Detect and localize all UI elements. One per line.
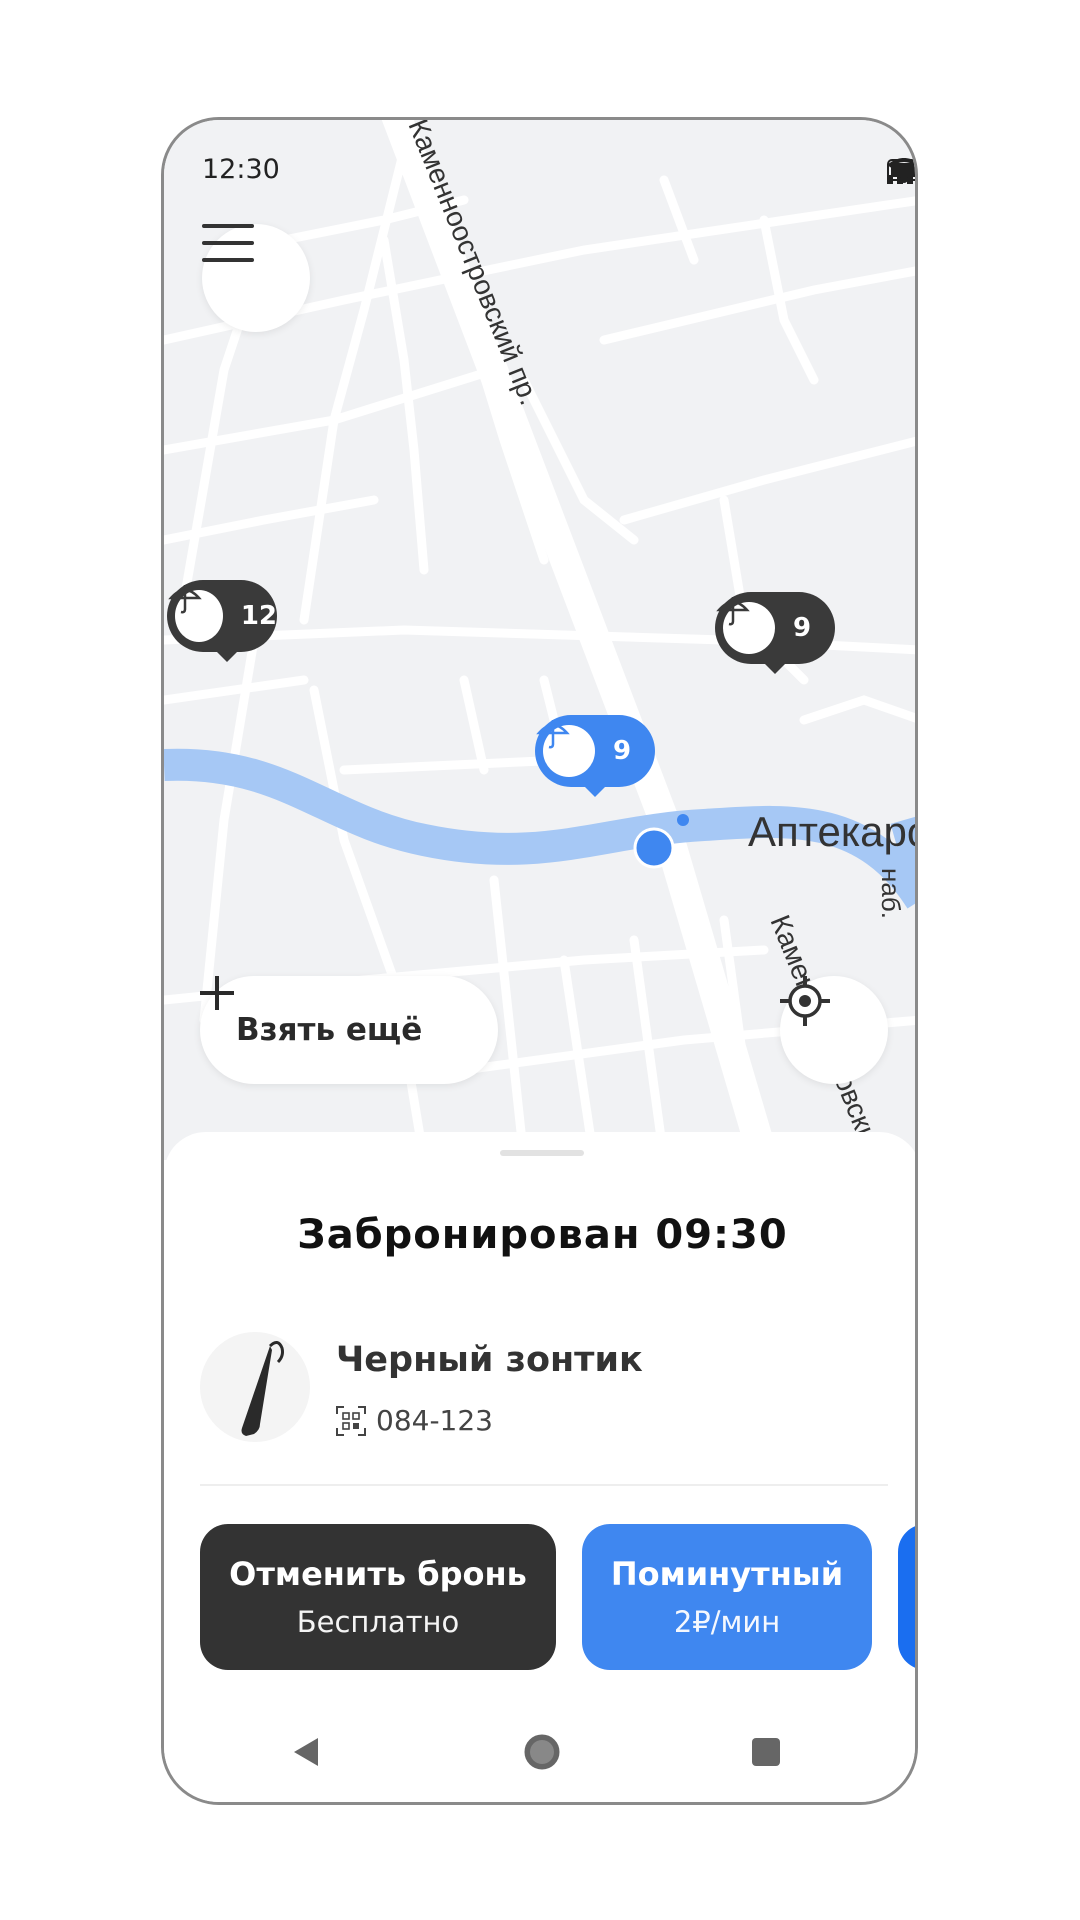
- battery-icon: [887, 159, 915, 181]
- plus-icon: [200, 976, 234, 1010]
- pin-count: 9: [613, 736, 632, 766]
- per-minute-subtitle: 2₽/мин: [673, 1605, 781, 1639]
- street-label-2: Аптекарский: [748, 808, 918, 855]
- phone-frame: Каменноостровский пр. Аптекарский наб. К…: [161, 117, 918, 1805]
- recents-icon[interactable]: [752, 1738, 780, 1766]
- status-time: 12:30: [202, 154, 280, 185]
- closed-umbrella-icon: [241, 1341, 284, 1436]
- status-bar: 12:30: [164, 120, 915, 200]
- route-dot: [677, 814, 689, 826]
- locate-button[interactable]: [780, 976, 888, 1084]
- cancel-booking-button[interactable]: Отменить бронь Бесплатно: [200, 1524, 556, 1670]
- divider: [200, 1484, 888, 1486]
- umbrella-icon: [536, 720, 570, 749]
- per-minute-title: Поминутный: [610, 1555, 844, 1593]
- pin-count: 9: [793, 613, 812, 643]
- umbrella-pin-9-selected[interactable]: 9: [535, 715, 655, 797]
- menu-icon: [202, 224, 254, 262]
- umbrella-icon: [716, 597, 750, 626]
- street-label-3: наб.: [876, 868, 906, 919]
- item-name: Черный зонтик: [336, 1340, 643, 1380]
- cancel-booking-title: Отменить бронь: [229, 1555, 527, 1593]
- per-minute-button[interactable]: Поминутный 2₽/мин: [582, 1524, 872, 1670]
- system-nav-bar: [164, 1710, 915, 1790]
- pin-count: 12: [240, 601, 277, 631]
- take-more-label: Взять ещё: [236, 1012, 423, 1048]
- locate-icon: [780, 976, 830, 1026]
- qr-icon: [336, 1405, 366, 1436]
- user-location-dot: [633, 827, 675, 869]
- booking-title: Забронирован 09:30: [297, 1212, 788, 1258]
- map[interactable]: Каменноостровский пр. Аптекарский наб. К…: [164, 120, 918, 1160]
- take-more-button[interactable]: Взять ещё: [200, 976, 498, 1084]
- item-code: 084-123: [376, 1404, 493, 1437]
- umbrella-pin-12[interactable]: 12: [167, 580, 277, 662]
- umbrella-pin-9-dark[interactable]: 9: [715, 592, 835, 674]
- next-tariff-button[interactable]: [898, 1524, 915, 1670]
- cancel-booking-subtitle: Бесплатно: [296, 1605, 460, 1639]
- umbrella-icon: [168, 585, 202, 614]
- item-code-row: 084-123: [336, 1404, 493, 1437]
- menu-button[interactable]: [202, 224, 310, 332]
- umbrella-image: [200, 1332, 310, 1442]
- sheet-handle[interactable]: [500, 1150, 584, 1156]
- booking-sheet: Забронирован 09:30 Черный зонтик 084-123…: [164, 1132, 915, 1802]
- back-icon[interactable]: [294, 1738, 318, 1766]
